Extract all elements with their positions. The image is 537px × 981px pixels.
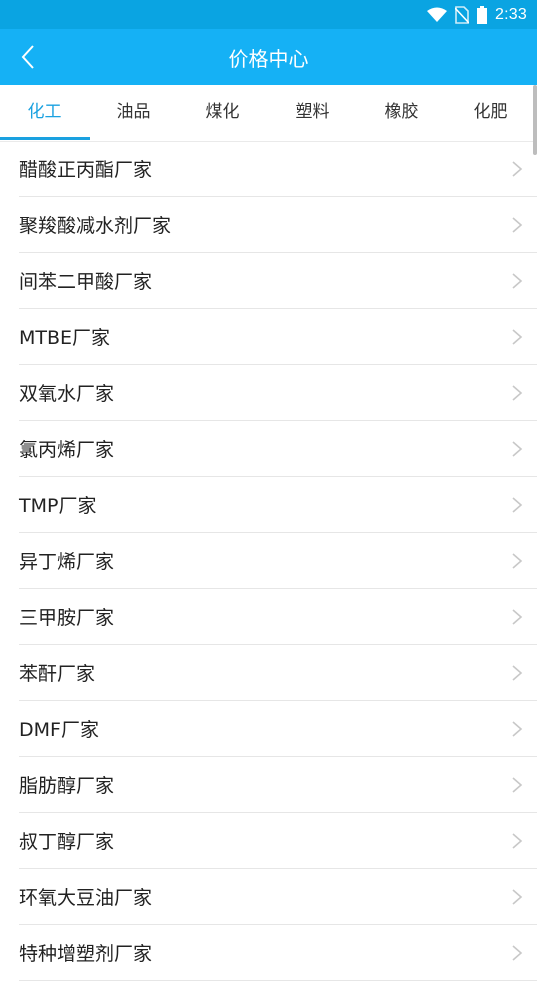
list-item[interactable]: 聚羧酸减水剂厂家 — [19, 197, 537, 253]
battery-icon — [477, 6, 488, 24]
tab-coal-chem[interactable]: 煤化 — [178, 85, 267, 141]
list-item-label: DMF厂家 — [19, 719, 99, 741]
status-time: 2:33 — [495, 6, 527, 23]
no-sim-icon — [455, 6, 470, 24]
chevron-right-icon — [512, 385, 523, 401]
app-bar: 价格中心 — [0, 29, 537, 85]
chevron-right-icon — [512, 553, 523, 569]
list-item[interactable]: MTBE厂家 — [19, 309, 537, 365]
active-tab-indicator — [0, 137, 90, 140]
list-item[interactable]: 脂肪醇厂家 — [19, 757, 537, 813]
list-item-label: MTBE厂家 — [19, 327, 111, 349]
chevron-right-icon — [512, 833, 523, 849]
tab-fertilizer[interactable]: 化肥 — [446, 85, 535, 141]
list-item[interactable]: 间苯二甲酸厂家 — [19, 253, 537, 309]
chevron-right-icon — [512, 441, 523, 457]
list-item-label: 双氧水厂家 — [19, 383, 115, 405]
list-item[interactable]: 叔丁醇厂家 — [19, 813, 537, 869]
list-item[interactable]: TMP厂家 — [19, 477, 537, 533]
list-item-label: 叔丁醇厂家 — [19, 831, 115, 853]
category-tabs: 化工 油品 煤化 塑料 橡胶 化肥 — [0, 85, 537, 142]
chevron-right-icon — [512, 721, 523, 737]
list-item-label: 苯酐厂家 — [19, 663, 96, 685]
chevron-right-icon — [512, 329, 523, 345]
list-item-label: TMP厂家 — [19, 495, 97, 517]
list-item-label: 特种增塑剂厂家 — [19, 943, 153, 965]
chevron-right-icon — [512, 609, 523, 625]
tab-oil[interactable]: 油品 — [89, 85, 178, 141]
list-item-label: 异丁烯厂家 — [19, 551, 115, 573]
list-item[interactable]: 氯丙烯厂家 — [19, 421, 537, 477]
tab-plastic[interactable]: 塑料 — [268, 85, 357, 141]
wifi-icon — [427, 7, 448, 22]
status-icons: 2:33 — [427, 4, 527, 26]
chevron-right-icon — [512, 273, 523, 289]
list-item[interactable]: 异丁烯厂家 — [19, 533, 537, 589]
list-item-label: 聚羧酸减水剂厂家 — [19, 215, 172, 237]
chevron-right-icon — [512, 665, 523, 681]
list-item[interactable]: 环氧大豆油厂家 — [19, 869, 537, 925]
chevron-right-icon — [512, 945, 523, 961]
chevron-right-icon — [512, 777, 523, 793]
tab-rubber[interactable]: 橡胶 — [357, 85, 446, 141]
list-item[interactable]: 特种增塑剂厂家 — [19, 925, 537, 981]
chevron-right-icon — [512, 889, 523, 905]
list-item-label: 醋酸正丙酯厂家 — [19, 159, 153, 181]
list-item-label: 环氧大豆油厂家 — [19, 887, 153, 909]
list-item-label: 三甲胺厂家 — [19, 607, 115, 629]
list-item[interactable]: 三甲胺厂家 — [19, 589, 537, 645]
chevron-right-icon — [512, 497, 523, 513]
status-bar: 2:33 — [0, 0, 537, 29]
list-item[interactable]: DMF厂家 — [19, 701, 537, 757]
chevron-right-icon — [512, 217, 523, 233]
vendor-list: 醋酸正丙酯厂家 聚羧酸减水剂厂家 间苯二甲酸厂家 MTBE厂家 双氧水厂家 氯丙… — [0, 141, 537, 981]
list-item[interactable]: 醋酸正丙酯厂家 — [19, 141, 537, 197]
list-item-label: 间苯二甲酸厂家 — [19, 271, 153, 293]
tab-chemical[interactable]: 化工 — [0, 85, 89, 141]
list-item-label: 氯丙烯厂家 — [19, 439, 115, 461]
chevron-right-icon — [512, 161, 523, 177]
list-item[interactable]: 双氧水厂家 — [19, 365, 537, 421]
list-item[interactable]: 苯酐厂家 — [19, 645, 537, 701]
list-item-label: 脂肪醇厂家 — [19, 775, 115, 797]
page-title: 价格中心 — [228, 47, 309, 71]
